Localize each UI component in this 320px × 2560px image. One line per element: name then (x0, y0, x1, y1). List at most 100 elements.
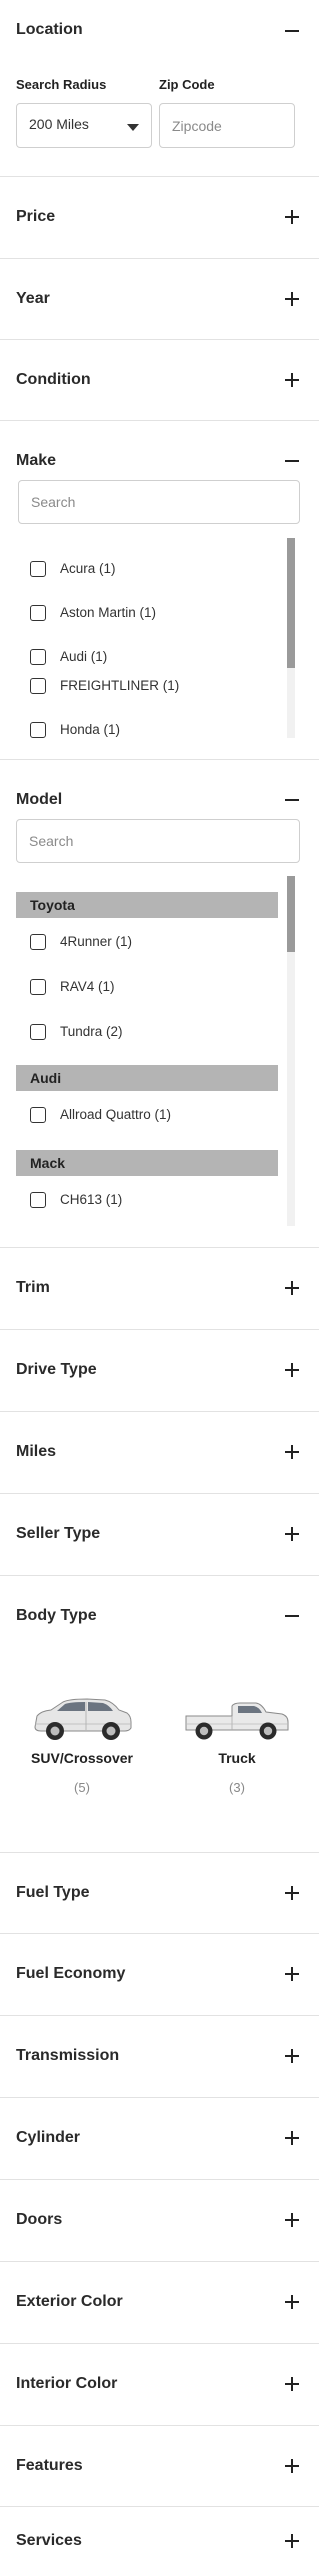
condition-header[interactable]: Condition (0, 366, 319, 396)
checkbox[interactable] (30, 934, 46, 950)
miles-section: Miles (0, 1411, 319, 1493)
cylinder-header[interactable]: Cylinder (0, 2124, 319, 2154)
make-search-input[interactable] (18, 480, 300, 524)
minus-icon (285, 24, 299, 38)
suv-icon (34, 1698, 132, 1740)
checkbox[interactable] (30, 649, 46, 665)
year-header[interactable]: Year (0, 285, 319, 315)
year-title: Year (16, 290, 50, 307)
features-title: Features (16, 2457, 83, 2474)
plus-icon (285, 1281, 299, 1295)
trim-header[interactable]: Trim (0, 1274, 319, 1304)
location-title: Location (16, 21, 83, 38)
checkbox[interactable] (30, 678, 46, 694)
services-header[interactable]: Services (0, 2527, 319, 2557)
miles-header[interactable]: Miles (0, 1438, 319, 1468)
plus-icon (285, 2131, 299, 2145)
seller-type-header[interactable]: Seller Type (0, 1520, 319, 1550)
seller-type-title: Seller Type (16, 1525, 101, 1542)
plus-icon (285, 2459, 299, 2473)
make-scrollbar[interactable] (287, 538, 295, 738)
model-scroll-thumb[interactable] (287, 876, 295, 952)
suv-crossover-count: (5) (74, 1780, 90, 1795)
minus-icon (285, 1609, 299, 1623)
checkbox[interactable] (30, 979, 46, 995)
suv-crossover-label: SUV/Crossover (31, 1750, 133, 1766)
checkbox[interactable] (30, 605, 46, 621)
checkbox[interactable] (30, 1192, 46, 1208)
body-type-section: Body Type SUV/Crossover (5) Truck (3) (0, 1575, 319, 1852)
exterior-color-header[interactable]: Exterior Color (0, 2288, 319, 2318)
model-search-input[interactable] (16, 819, 300, 863)
body-type-title: Body Type (16, 1607, 97, 1624)
model-scrollbar[interactable] (287, 876, 295, 1226)
search-radius-value: 200 Miles (29, 116, 89, 132)
seller-type-section: Seller Type (0, 1493, 319, 1575)
model-header[interactable]: Model (0, 786, 319, 816)
transmission-header[interactable]: Transmission (0, 2042, 319, 2072)
fuel-economy-title: Fuel Economy (16, 1965, 126, 1982)
model-group-mack: Mack (16, 1150, 278, 1176)
fuel-type-title: Fuel Type (16, 1884, 90, 1901)
checkbox[interactable] (30, 722, 46, 738)
minus-icon (285, 793, 299, 807)
exterior-color-title: Exterior Color (16, 2293, 123, 2310)
fuel-economy-section: Fuel Economy (0, 1933, 319, 2015)
checkbox[interactable] (30, 1024, 46, 1040)
drive-type-title: Drive Type (16, 1361, 97, 1378)
model-group-audi: Audi (16, 1065, 278, 1091)
price-header[interactable]: Price (0, 203, 319, 233)
body-type-header[interactable]: Body Type (0, 1602, 319, 1632)
checkbox[interactable] (30, 561, 46, 577)
search-radius-select[interactable]: 200 Miles (16, 103, 152, 148)
body-type-suv-crossover[interactable]: SUV/Crossover (5) (22, 1694, 142, 1804)
doors-header[interactable]: Doors (0, 2206, 319, 2236)
plus-icon (285, 2295, 299, 2309)
plus-icon (285, 2049, 299, 2063)
zip-code-input[interactable] (159, 103, 295, 148)
plus-icon (285, 2377, 299, 2391)
interior-color-title: Interior Color (16, 2375, 118, 2392)
cylinder-title: Cylinder (16, 2129, 81, 2146)
search-radius-label: Search Radius (16, 77, 107, 92)
make-header[interactable]: Make (0, 447, 319, 477)
make-section: Make Acura (1) Aston Martin (1) Audi (1)… (0, 420, 319, 759)
make-scroll-thumb[interactable] (287, 538, 295, 668)
exterior-color-section: Exterior Color (0, 2261, 319, 2343)
truck-count: (3) (229, 1780, 245, 1795)
doors-section: Doors (0, 2179, 319, 2261)
drive-type-header[interactable]: Drive Type (0, 1356, 319, 1386)
zip-code-label: Zip Code (159, 77, 215, 92)
make-title: Make (16, 452, 57, 469)
location-section: Location Search Radius Zip Code 200 Mile… (0, 0, 319, 176)
make-list[interactable]: Acura (1) Aston Martin (1) Audi (1) FREI… (0, 538, 319, 738)
miles-title: Miles (16, 1443, 57, 1460)
plus-icon (285, 1886, 299, 1900)
plus-icon (285, 1967, 299, 1981)
features-header[interactable]: Features (0, 2452, 319, 2482)
trim-title: Trim (16, 1279, 50, 1296)
model-section: Model Toyota 4Runner (1) RAV4 (1) Tundra… (0, 759, 319, 1247)
location-header[interactable]: Location (0, 16, 319, 46)
truck-icon (185, 1702, 289, 1740)
plus-icon (285, 2534, 299, 2548)
minus-icon (285, 454, 299, 468)
condition-section: Condition (0, 339, 319, 420)
price-title: Price (16, 208, 56, 225)
services-section: Services (0, 2506, 319, 2560)
plus-icon (285, 292, 299, 306)
drive-type-section: Drive Type (0, 1329, 319, 1411)
chevron-down-icon (127, 124, 139, 131)
fuel-type-section: Fuel Type (0, 1852, 319, 1933)
plus-icon (285, 1445, 299, 1459)
fuel-type-header[interactable]: Fuel Type (0, 1879, 319, 1909)
services-title: Services (16, 2532, 82, 2549)
cylinder-section: Cylinder (0, 2097, 319, 2179)
plus-icon (285, 1527, 299, 1541)
body-type-truck[interactable]: Truck (3) (177, 1694, 297, 1804)
model-list[interactable]: Toyota 4Runner (1) RAV4 (1) Tundra (2) A… (0, 876, 319, 1226)
checkbox[interactable] (30, 1107, 46, 1123)
fuel-economy-header[interactable]: Fuel Economy (0, 1960, 319, 1990)
trim-section: Trim (0, 1247, 319, 1329)
interior-color-header[interactable]: Interior Color (0, 2370, 319, 2400)
